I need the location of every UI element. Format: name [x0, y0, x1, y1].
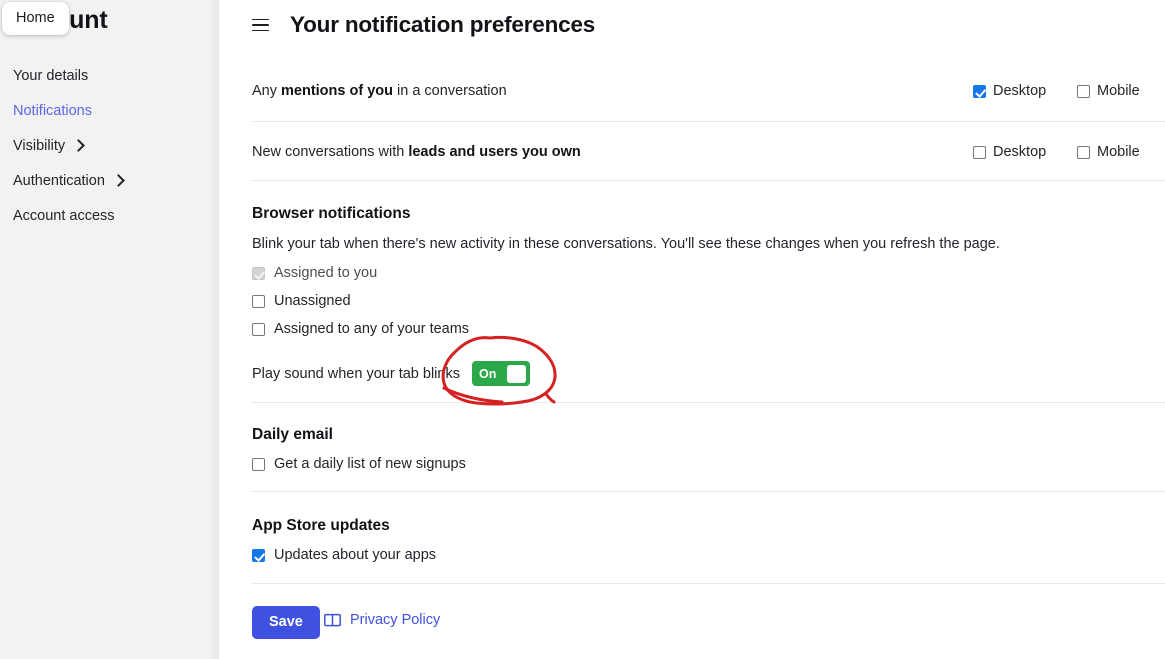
browser-notifications-heading: Browser notifications — [252, 205, 411, 222]
page-header: Your notification preferences — [252, 12, 595, 38]
sidebar-item-label: Account access — [13, 208, 115, 224]
toggle-knob — [506, 364, 526, 383]
main-content: Your notification preferences Any mentio… — [219, 0, 1165, 659]
sidebar-item-label: Notifications — [13, 103, 92, 119]
checkbox-box — [252, 266, 265, 280]
checkbox-box[interactable] — [973, 145, 986, 159]
sidebar-item-label: Visibility — [13, 138, 66, 154]
checkbox-label: Assigned to any of your teams — [274, 321, 470, 337]
checkbox-box[interactable] — [1077, 84, 1090, 98]
chevron-right-icon — [112, 174, 125, 187]
checkbox-mentions-desktop[interactable]: Desktop — [973, 83, 1077, 99]
checkbox-app-updates[interactable]: Updates about your apps — [252, 547, 436, 563]
checkbox-new-conversations-desktop[interactable]: Desktop — [973, 144, 1077, 160]
preference-channels: Desktop Mobile — [973, 83, 1165, 99]
sound-toggle-switch[interactable]: On — [471, 361, 530, 386]
notification-preferences-page: account Your details Notifications Visib… — [0, 0, 1165, 659]
checkbox-label: Assigned to you — [274, 265, 378, 281]
sidebar-item-visibility[interactable]: Visibility — [13, 138, 85, 154]
sidebar-item-account-access[interactable]: Account access — [13, 208, 115, 224]
divider — [252, 121, 1165, 122]
save-button[interactable]: Save — [252, 606, 320, 639]
checkbox-label: Desktop — [993, 83, 1047, 99]
checkbox-mentions-mobile[interactable]: Mobile — [1077, 83, 1165, 99]
browser-notifications-description: Blink your tab when there's new activity… — [252, 236, 1000, 252]
checkbox-label: Get a daily list of new signups — [274, 456, 466, 472]
checkbox-box[interactable] — [973, 84, 986, 98]
sidebar-item-authentication[interactable]: Authentication — [13, 173, 125, 189]
sidebar: account Your details Notifications Visib… — [0, 0, 219, 659]
checkbox-label: Mobile — [1097, 144, 1140, 160]
checkbox-new-conversations-mobile[interactable]: Mobile — [1077, 144, 1165, 160]
checkbox-label: Desktop — [993, 144, 1047, 160]
preference-row-new-conversations: New conversations with leads and users y… — [252, 144, 1165, 160]
sidebar-item-your-details[interactable]: Your details — [13, 68, 88, 84]
preference-channels: Desktop Mobile — [973, 144, 1165, 160]
checkbox-label: Unassigned — [274, 293, 351, 309]
checkbox-daily-signups[interactable]: Get a daily list of new signups — [252, 456, 466, 472]
daily-email-heading: Daily email — [252, 426, 333, 443]
privacy-policy-link[interactable]: Privacy Policy — [324, 612, 440, 628]
preference-row-label: New conversations with leads and users y… — [252, 144, 581, 160]
divider — [252, 402, 1165, 403]
checkbox-box[interactable] — [1077, 145, 1090, 159]
checkbox-box[interactable] — [252, 322, 265, 336]
divider — [252, 180, 1165, 181]
toggle-state-label: On — [478, 366, 497, 381]
sidebar-item-label: Authentication — [13, 173, 105, 189]
chevron-right-icon — [72, 139, 85, 152]
preference-row-label: Any mentions of you in a conversation — [252, 83, 507, 99]
checkbox-box[interactable] — [252, 294, 265, 308]
checkbox-assigned-to-teams[interactable]: Assigned to any of your teams — [252, 321, 469, 337]
privacy-policy-label: Privacy Policy — [350, 612, 441, 628]
divider — [252, 583, 1165, 584]
sound-setting-row: Play sound when your tab blinks On — [252, 361, 530, 386]
checkbox-box[interactable] — [252, 457, 265, 471]
sidebar-item-label: Your details — [13, 68, 89, 84]
app-store-updates-heading: App Store updates — [252, 517, 390, 534]
checkbox-label: Mobile — [1097, 83, 1140, 99]
checkbox-box[interactable] — [252, 548, 265, 562]
sidebar-item-notifications[interactable]: Notifications — [13, 103, 92, 119]
book-icon — [324, 613, 341, 627]
checkbox-unassigned[interactable]: Unassigned — [252, 293, 351, 309]
checkbox-assigned-to-you: Assigned to you — [252, 265, 377, 281]
page-title: Your notification preferences — [290, 12, 596, 37]
sound-setting-label: Play sound when your tab blinks — [252, 365, 460, 382]
home-tooltip-button[interactable]: Home — [2, 2, 69, 35]
divider — [252, 491, 1165, 492]
hamburger-menu-icon[interactable] — [252, 18, 269, 32]
checkbox-label: Updates about your apps — [274, 547, 437, 563]
preference-row-mentions: Any mentions of you in a conversation De… — [252, 83, 1165, 99]
sidebar-scrollbar[interactable] — [212, 0, 219, 659]
